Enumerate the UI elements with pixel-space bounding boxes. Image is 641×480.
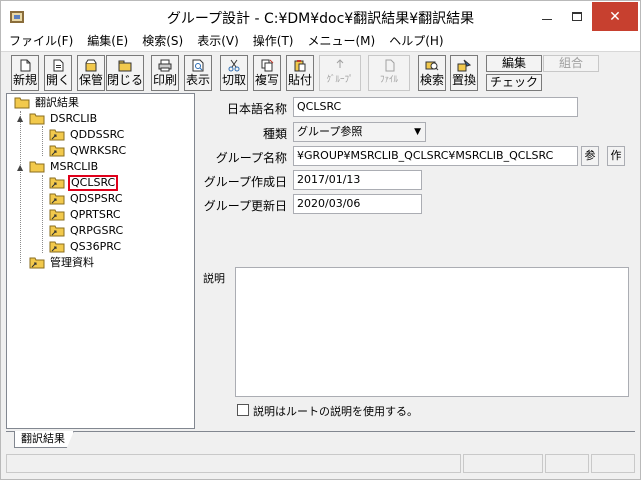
close-icon: ✕ xyxy=(609,8,621,25)
tree-node-msrclib[interactable]: MSRCLIB xyxy=(29,159,100,175)
minimize-icon xyxy=(542,19,552,20)
maximize-icon xyxy=(572,12,582,21)
menu-view[interactable]: 表示(V) xyxy=(190,32,246,51)
save-button[interactable]: 保管 xyxy=(77,55,105,91)
tree-node-qrpgsrc[interactable]: QRPGSRC xyxy=(49,223,125,239)
app-window: グループ設計 - C:¥DM¥doc¥翻訳結果¥翻訳結果 ✕ ファイル(F) 編… xyxy=(0,0,641,480)
printer-icon xyxy=(158,59,172,72)
edit-button[interactable]: 編集 xyxy=(486,55,542,72)
tree-node-management[interactable]: 管理資料 xyxy=(29,255,96,271)
kind-label: 種類 xyxy=(262,127,287,141)
copy-button[interactable]: 複写 xyxy=(253,55,281,91)
save-icon xyxy=(85,59,97,72)
created-date-field[interactable]: 2017/01/13 xyxy=(293,170,422,190)
new-document-icon xyxy=(20,59,31,72)
tree-node-qprtsrc[interactable]: QPRTSRC xyxy=(49,207,123,223)
tree-connector xyxy=(20,111,21,263)
file-icon xyxy=(385,59,395,72)
tree-node-dsrclib[interactable]: DSRCLIB xyxy=(29,111,99,127)
folder-open-icon xyxy=(14,97,30,108)
paste-button[interactable]: 貼付 xyxy=(286,55,314,91)
kind-select[interactable]: グループ参照 ▼ xyxy=(293,122,426,142)
collapse-icon[interactable]: ▲ xyxy=(17,114,23,123)
menu-bar: ファイル(F) 編集(E) 検索(S) 表示(V) 操作(T) メニュー(M) … xyxy=(1,32,640,51)
kind-select-value: グループ参照 xyxy=(297,125,363,138)
menu-edit[interactable]: 編集(E) xyxy=(80,32,135,51)
menu-operation[interactable]: 操作(T) xyxy=(246,32,301,51)
collapse-icon[interactable]: ▲ xyxy=(17,163,23,172)
preview-icon xyxy=(192,59,204,72)
print-button[interactable]: 印刷 xyxy=(151,55,179,91)
create-button[interactable]: 作 xyxy=(607,146,625,166)
tree-node-qwrksrc[interactable]: QWRKSRC xyxy=(49,143,128,159)
use-root-description-label: 説明はルートの説明を使用する。 xyxy=(253,405,418,418)
jp-name-label: 日本語名称 xyxy=(226,102,287,116)
status-cell-4 xyxy=(591,454,635,473)
menu-menu[interactable]: メニュー(M) xyxy=(301,32,383,51)
folder-arrow-icon xyxy=(29,257,45,268)
cut-button[interactable]: 切取 xyxy=(220,55,248,91)
group-arrow-icon xyxy=(336,59,344,68)
created-date-label: グループ作成日 xyxy=(203,175,287,189)
tree-node-qdspsrc[interactable]: QDSPSRC xyxy=(49,191,125,207)
search-button[interactable]: 検索 xyxy=(418,55,446,91)
status-bar xyxy=(6,454,635,474)
status-cell-main xyxy=(6,454,461,473)
reference-button[interactable]: 参 xyxy=(581,146,599,166)
open-button[interactable]: 開く xyxy=(44,55,72,91)
menu-file[interactable]: ファイル(F) xyxy=(1,32,80,51)
view-button[interactable]: 表示 xyxy=(184,55,212,91)
tree-node-qclsrc[interactable]: QCLSRC xyxy=(49,175,119,191)
tree-node-qs36prc[interactable]: QS36PRC xyxy=(49,239,123,255)
tab-strip: 翻訳結果 xyxy=(6,431,635,449)
open-document-icon xyxy=(53,59,64,72)
group-name-label: グループ名称 xyxy=(215,151,287,165)
search-icon xyxy=(425,61,439,71)
folder-icon xyxy=(29,113,45,124)
tab-translation-result[interactable]: 翻訳結果 xyxy=(14,431,74,448)
folder-arrow-icon xyxy=(49,209,65,220)
folder-arrow-icon xyxy=(49,177,65,188)
tree-pane: 翻訳結果 ▲ DSRCLIB QDDSSRC QWRKSRC ▲ MSRCLIB… xyxy=(6,93,195,429)
tree-node-qddssrc[interactable]: QDDSSRC xyxy=(49,127,126,143)
jp-name-field[interactable]: QCLSRC xyxy=(293,97,578,117)
folder-arrow-icon xyxy=(49,241,65,252)
close-button[interactable]: 閉じる xyxy=(106,55,144,91)
folder-arrow-icon xyxy=(49,145,65,156)
group-name-field[interactable]: ¥GROUP¥MSRCLIB_QCLSRC¥MSRCLIB_QCLSRC xyxy=(293,146,578,166)
menu-search[interactable]: 検索(S) xyxy=(135,32,190,51)
status-cell-3 xyxy=(545,454,589,473)
minimize-button[interactable] xyxy=(532,2,562,31)
folder-icon xyxy=(29,161,45,172)
new-button[interactable]: 新規 xyxy=(11,55,39,91)
close-window-button[interactable]: ✕ xyxy=(592,2,638,31)
status-cell-2 xyxy=(463,454,543,473)
replace-icon xyxy=(457,59,471,72)
use-root-description-checkbox[interactable] xyxy=(237,404,249,416)
tree-node-root[interactable]: 翻訳結果 xyxy=(14,95,81,111)
toolbar: 新規 開く 保管 閉じる 印刷 表示 切取 複写 貼付 ｸﾞﾙｰﾌﾟ ﾌｧｲﾙ … xyxy=(1,51,640,92)
tree-connector xyxy=(42,175,43,253)
tree-connector xyxy=(42,126,43,156)
combine-button[interactable]: 組合 xyxy=(543,55,599,72)
replace-button[interactable]: 置換 xyxy=(450,55,478,91)
scissors-icon xyxy=(228,59,240,72)
folder-arrow-icon xyxy=(49,225,65,236)
folder-arrow-icon xyxy=(49,193,65,204)
description-label: 説明 xyxy=(203,272,225,285)
updated-date-label: グループ更新日 xyxy=(203,199,287,213)
updated-date-field[interactable]: 2020/03/06 xyxy=(293,194,422,214)
menu-help[interactable]: ヘルプ(H) xyxy=(382,32,450,51)
title-bar: グループ設計 - C:¥DM¥doc¥翻訳結果¥翻訳結果 ✕ xyxy=(1,1,640,32)
file-button[interactable]: ﾌｧｲﾙ xyxy=(368,55,410,91)
folder-arrow-icon xyxy=(49,129,65,140)
check-button[interactable]: チェック xyxy=(486,74,542,91)
paste-icon xyxy=(294,60,306,72)
copy-icon xyxy=(261,59,274,72)
description-textarea[interactable] xyxy=(235,267,629,397)
group-button[interactable]: ｸﾞﾙｰﾌﾟ xyxy=(319,55,361,91)
chevron-down-icon: ▼ xyxy=(414,127,421,137)
maximize-button[interactable] xyxy=(562,2,592,31)
close-folder-icon xyxy=(118,60,132,72)
